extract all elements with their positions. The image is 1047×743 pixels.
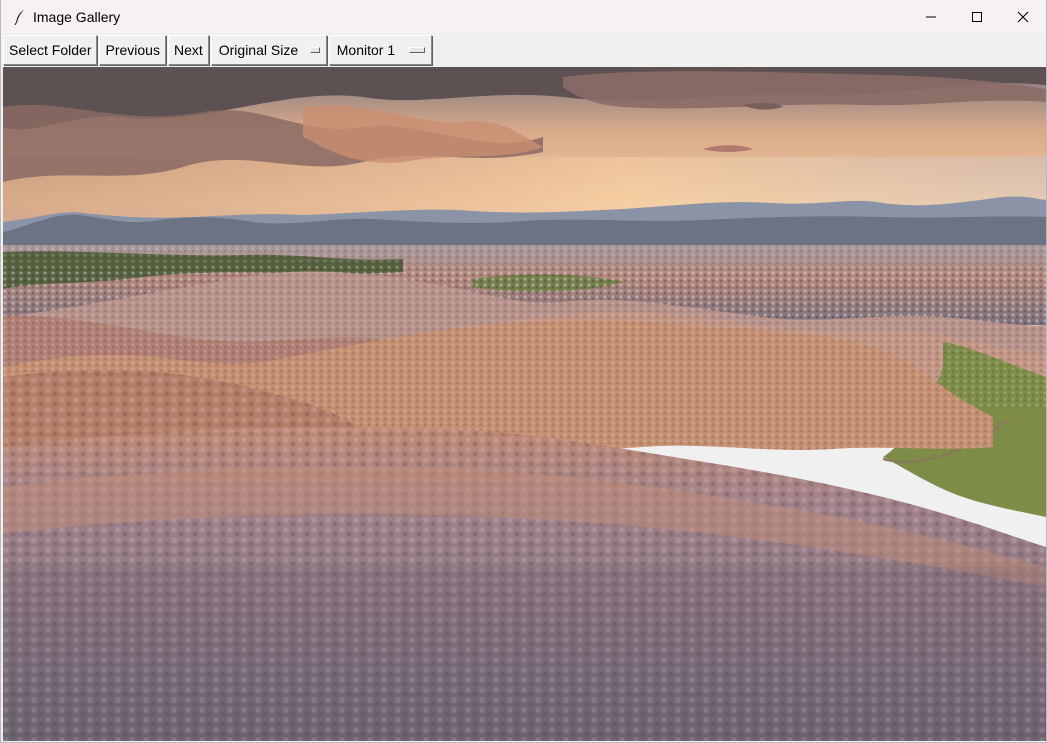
minimize-icon xyxy=(926,16,936,17)
size-option-menu[interactable]: Original Size xyxy=(210,35,327,65)
dropdown-indicator-icon xyxy=(310,47,320,53)
dropdown-indicator-icon xyxy=(408,47,425,53)
maximize-button[interactable] xyxy=(954,0,1000,33)
monitor-option-value: Monitor 1 xyxy=(336,42,396,58)
close-button[interactable] xyxy=(1000,0,1046,33)
maximize-icon xyxy=(972,11,982,22)
window-title: Image Gallery xyxy=(33,8,121,25)
title-bar[interactable]: Image Gallery xyxy=(1,0,1046,33)
app-window: Image Gallery Select Folder Previous Nex… xyxy=(0,0,1047,743)
close-icon xyxy=(1017,11,1029,22)
window-controls xyxy=(908,0,1046,33)
minimize-button[interactable] xyxy=(908,0,954,33)
feather-icon xyxy=(11,8,29,26)
landscape-image xyxy=(3,67,1046,741)
toolbar: Select Folder Previous Next Original Siz… xyxy=(1,33,1046,67)
size-option-value: Original Size xyxy=(218,42,299,58)
previous-button[interactable]: Previous xyxy=(99,35,166,65)
image-display xyxy=(3,67,1046,741)
select-folder-button[interactable]: Select Folder xyxy=(3,35,98,65)
next-button[interactable]: Next xyxy=(167,35,209,65)
monitor-option-menu[interactable]: Monitor 1 xyxy=(328,35,432,65)
